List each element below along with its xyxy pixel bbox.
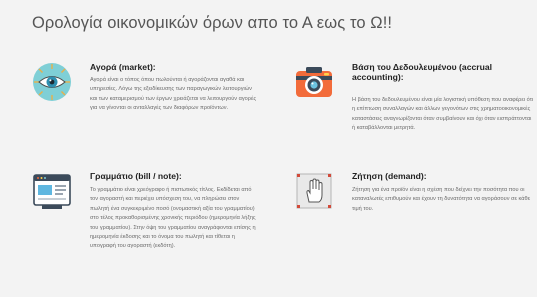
term-heading: Βάση του Δεδουλευμένου (accrual accounti… [352,62,493,82]
term-card-market: Αγορά (market): Αγορά είναι ο τόπος όπου… [32,62,262,162]
term-heading: Γραμμάτιο (bill / note): [90,171,182,181]
page-title: Ορολογία οικονομικών όρων απο το Α εως τ… [32,14,393,32]
term-description: Ζήτηση για ένα προϊόν είναι η σχέση που … [352,187,531,212]
term-description: Αγορά είναι ο τόπος όπου πωλούνται ή αγο… [90,77,257,112]
eye-target-icon [32,62,72,102]
term-card-accrual-accounting: Βάση του Δεδουλευμένου (accrual accounti… [294,62,534,162]
hand-cursor-icon [294,171,334,211]
camera-icon [294,62,334,102]
term-card-bill-note: Γραμμάτιο (bill / note): Το γραμμάτιο εί… [32,171,262,291]
term-heading: Αγορά (market): [90,62,156,72]
browser-window-icon [32,171,72,211]
term-heading: Ζήτηση (demand): [352,171,427,181]
term-description: Η βάση του δεδουλευμένου είναι μία λογισ… [352,97,534,132]
term-description: Το γραμμάτιο είναι χρεόγραφο ή πιστωτικό… [90,187,256,250]
term-card-demand: Ζήτηση (demand): Ζήτηση για ένα προϊόν ε… [294,171,534,251]
